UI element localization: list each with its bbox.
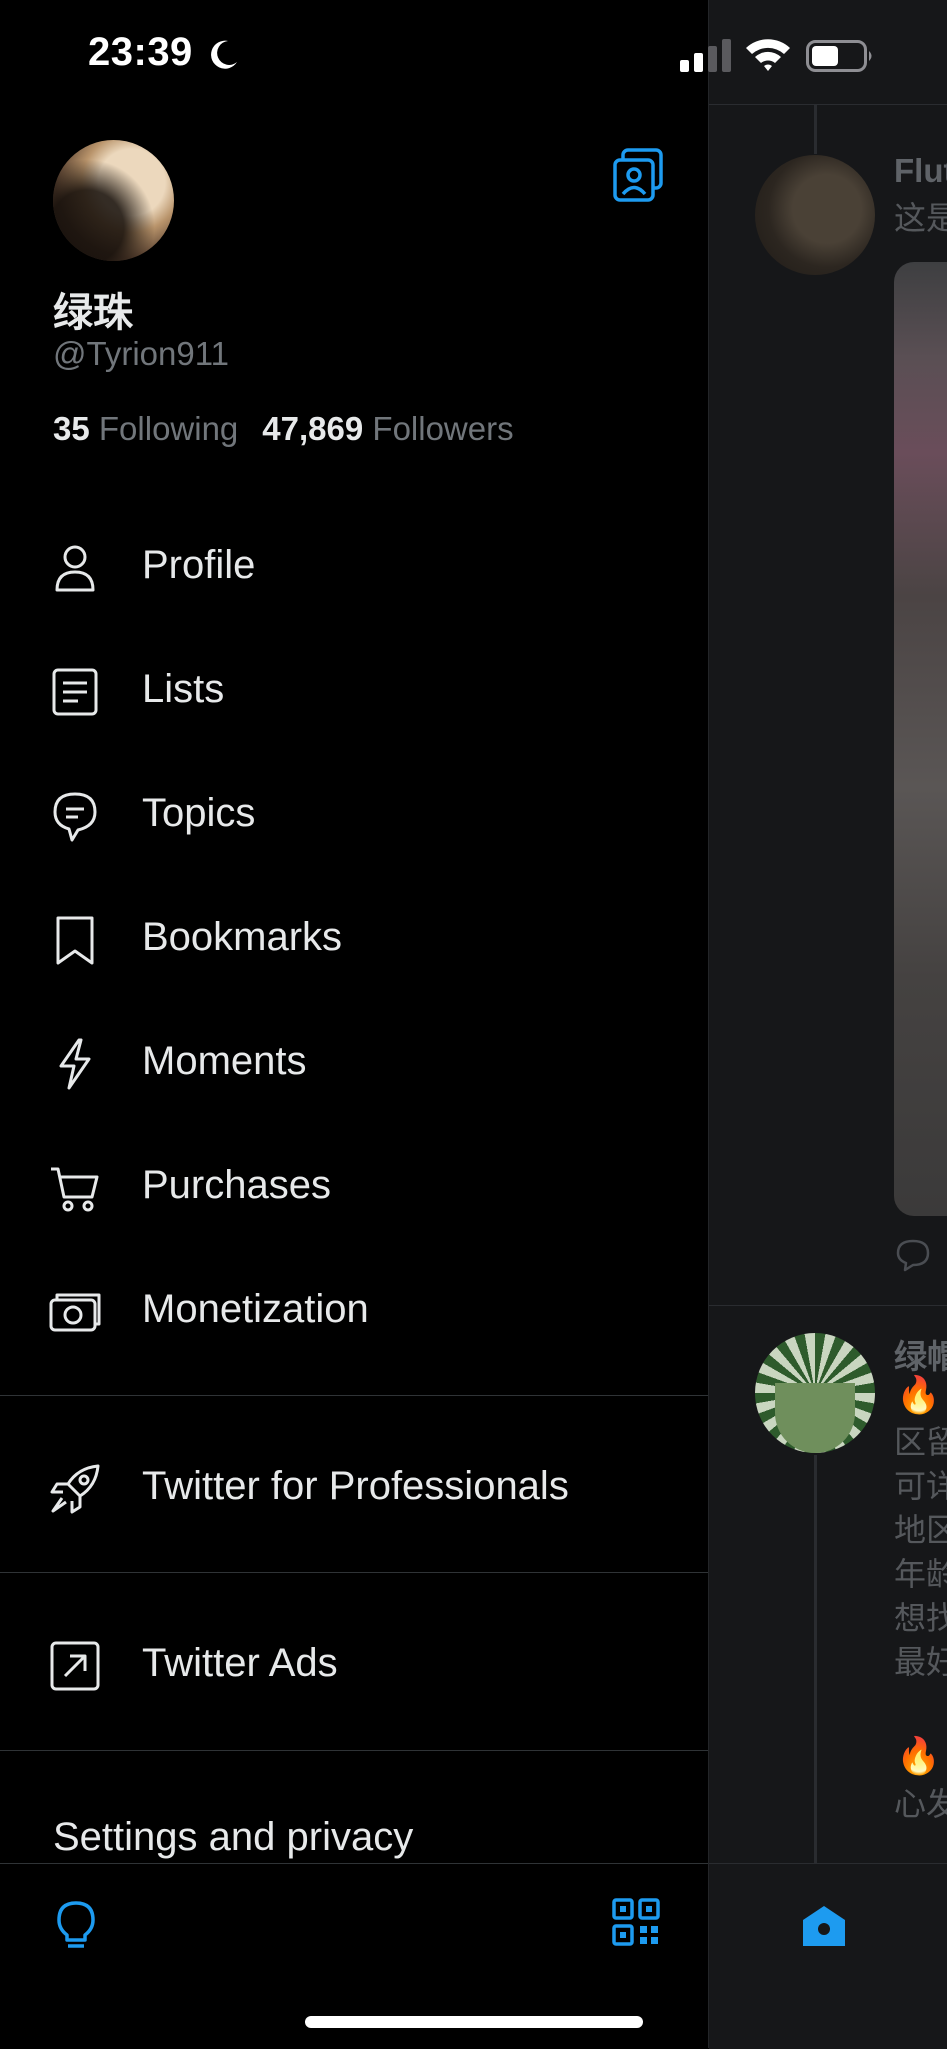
profile-display-name[interactable]: 绿珠 [53, 280, 133, 338]
menu-item-label: Bookmarks [142, 915, 343, 959]
menu-item-profile[interactable]: Profile [0, 508, 708, 618]
dimmed-timeline[interactable]: Flut 这是 绿帽 🔥 区留 可详 地区 年龄 想找 最好 🔥 心发 [708, 0, 947, 2049]
menu-item-monetization[interactable]: Monetization [0, 1252, 708, 1362]
topics-icon [53, 792, 97, 842]
profile-handle: @Tyrion911 [53, 335, 229, 372]
account-switcher-icon[interactable] [612, 148, 664, 202]
cellular-signal-icon [680, 39, 731, 72]
bookmark-icon [56, 916, 94, 965]
menu-item-label: Twitter for Professionals [142, 1464, 569, 1508]
tweet-text-line: 最好 [894, 1644, 947, 1680]
status-bar: 23:39 [0, 0, 947, 110]
tweet-text-line: 区留 [894, 1424, 947, 1460]
tweet-avatar[interactable] [755, 1333, 875, 1453]
menu-item-label: Twitter Ads [142, 1641, 338, 1685]
timeline-divider [709, 1305, 947, 1306]
following-link[interactable]: 35 Following [53, 410, 238, 447]
lightning-icon [59, 1038, 91, 1090]
moon-icon [211, 40, 237, 69]
fire-emoji: 🔥 [896, 1374, 941, 1415]
menu-item-moments[interactable]: Moments [0, 1004, 708, 1114]
menu-item-lists[interactable]: Lists [0, 632, 708, 742]
menu-divider [0, 1750, 708, 1751]
followers-link[interactable]: 47,869 Followers [262, 410, 513, 447]
tweet-text-line: 想找 [894, 1600, 947, 1636]
external-link-icon [50, 1641, 100, 1691]
menu-item-professionals[interactable]: Twitter for Professionals [0, 1429, 708, 1539]
menu-item-label: Lists [142, 667, 225, 711]
profile-avatar[interactable] [53, 140, 174, 261]
menu-divider [0, 1395, 708, 1396]
tab-bar [709, 1863, 947, 2049]
followers-label: Followers [372, 410, 514, 447]
menu-item-label: Topics [142, 791, 256, 835]
tweet-text-line: 年龄 [894, 1556, 947, 1592]
reply-icon[interactable] [895, 1238, 931, 1272]
list-icon [52, 668, 98, 716]
rocket-icon [50, 1464, 100, 1514]
menu-item-purchases[interactable]: Purchases [0, 1128, 708, 1238]
following-count: 35 [53, 410, 90, 447]
menu-item-label: Profile [142, 543, 256, 587]
home-indicator[interactable] [305, 2016, 643, 2028]
menu-divider [0, 1572, 708, 1573]
home-icon[interactable] [801, 1904, 847, 1948]
person-icon [55, 545, 95, 592]
thread-line [814, 104, 817, 154]
menu-item-label: Monetization [142, 1287, 369, 1331]
tweet-text: 这是 [894, 200, 947, 236]
status-time: 23:39 [88, 30, 193, 74]
thread-line [814, 1455, 817, 1863]
lightbulb-icon[interactable] [54, 1900, 98, 1952]
tweet-author-name: 绿帽 [894, 1338, 947, 1375]
money-icon [49, 1293, 101, 1332]
menu-item-label: Moments [142, 1039, 307, 1083]
menu-item-bookmarks[interactable]: Bookmarks [0, 880, 708, 990]
navigation-drawer: 绿珠 @Tyrion911 35 Following 47,869 Followe… [0, 0, 708, 2049]
tweet-media[interactable] [894, 262, 947, 1216]
menu-item-topics[interactable]: Topics [0, 756, 708, 866]
tweet-text-line: 心发 [894, 1786, 947, 1822]
followers-count: 47,869 [262, 410, 364, 447]
tweet-text-line: 可详 [894, 1468, 947, 1504]
tweet-avatar[interactable] [755, 155, 875, 275]
menu-item-twitter-ads[interactable]: Twitter Ads [0, 1606, 708, 1716]
tweet-author-name: Flut [894, 152, 947, 189]
fire-emoji: 🔥 [896, 1735, 941, 1776]
cart-icon [51, 1167, 99, 1212]
settings-and-privacy-item[interactable]: Settings and privacy [53, 1815, 413, 1860]
wifi-icon [746, 39, 790, 71]
following-label: Following [98, 410, 239, 447]
follow-stats: 35 Following 47,869 Followers [53, 410, 514, 448]
qr-code-icon[interactable] [612, 1898, 660, 1946]
tweet-text-line: 地区 [894, 1512, 947, 1548]
battery-icon [806, 40, 872, 72]
menu-item-label: Purchases [142, 1163, 331, 1207]
